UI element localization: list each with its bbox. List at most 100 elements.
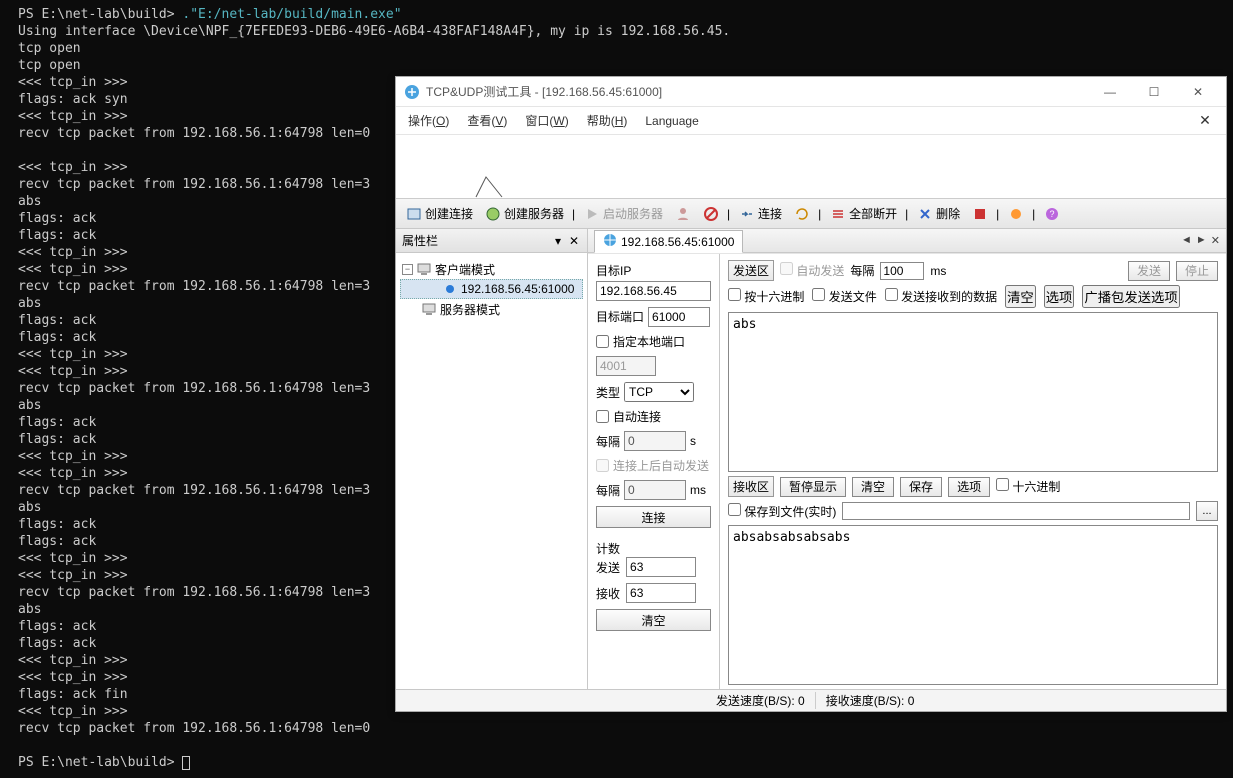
window-title: TCP&UDP测试工具 - [192.168.56.45:61000] [426, 83, 1088, 100]
interval-label: 每隔 [596, 433, 620, 450]
type-select[interactable]: TCP [624, 382, 694, 402]
connection-dot-icon [443, 282, 457, 296]
recv-hex-checkbox[interactable] [996, 478, 1009, 491]
tree-server-mode[interactable]: 服务器模式 [400, 299, 583, 319]
io-column: 发送区 自动发送 每隔 ms 发送 停止 按十六进制 发送文件 发送接收到的数据 [720, 254, 1226, 689]
save-file-row: 保存到文件(实时) ... [728, 501, 1218, 521]
minimize-button[interactable]: ― [1088, 78, 1132, 106]
dest-port-label: 目标端口 [596, 308, 644, 325]
recv-options-button[interactable]: 选项 [948, 477, 990, 497]
svg-text:?: ? [1050, 209, 1055, 219]
toolbar-stop-icon[interactable] [699, 204, 723, 224]
computer-icon [417, 262, 431, 276]
send-header-2: 按十六进制 发送文件 发送接收到的数据 清空 选项 广播包发送选项 [728, 285, 1218, 308]
mdi-close-icon[interactable]: ✕ [1196, 112, 1214, 129]
send-interval-unit: ms [930, 264, 946, 278]
pause-display-button[interactable]: 暂停显示 [780, 477, 846, 497]
save-to-file-checkbox[interactable] [728, 503, 741, 516]
tree-client-mode[interactable]: − 客户端模式 [400, 259, 583, 279]
toolbar-person-icon[interactable] [671, 204, 695, 224]
connect-action-button[interactable]: 连接 [596, 506, 711, 528]
panel-close-icon[interactable]: ✕ [567, 234, 581, 248]
recv-textarea[interactable]: absabsabsabsabs [728, 525, 1218, 685]
maximize-button[interactable]: ☐ [1132, 78, 1176, 106]
statusbar: 发送速度(B/S): 0 接收速度(B/S): 0 [396, 689, 1226, 711]
tab-next-icon[interactable]: ► [1196, 234, 1207, 247]
close-button[interactable]: ✕ [1176, 78, 1220, 106]
tab-close-icon[interactable]: ✕ [1211, 234, 1220, 247]
property-panel-title: 属性栏 [402, 232, 438, 249]
dest-port-input[interactable] [648, 307, 710, 327]
conn-interval-input [624, 431, 686, 451]
pin-icon[interactable]: ▾ [551, 234, 565, 248]
local-port-input [596, 356, 656, 376]
browse-button[interactable]: ... [1196, 501, 1218, 521]
counts-section: 计数 发送 接收 清空 [596, 540, 711, 631]
send-count-input[interactable] [626, 557, 696, 577]
send-hex-checkbox[interactable] [728, 288, 741, 301]
computer-icon [422, 302, 436, 316]
send-interval-label: 每隔 [850, 262, 874, 279]
auto-connect-checkbox[interactable] [596, 410, 609, 423]
toolbar-reconnect-icon[interactable] [790, 204, 814, 224]
menu-language[interactable]: Language [645, 114, 698, 128]
interval2-label: 每隔 [596, 482, 620, 499]
send-interval-input[interactable] [880, 262, 924, 280]
property-panel: 属性栏 ▾ ✕ − 客户端模式 192.168.56.45:61000 [396, 229, 588, 689]
clear-counts-button[interactable]: 清空 [596, 609, 711, 631]
send-textarea[interactable]: abs [728, 312, 1218, 472]
recv-area-label: 接收区 [728, 476, 774, 497]
menu-help[interactable]: 帮助(H) [587, 112, 628, 129]
auto-connect-label: 自动连接 [613, 408, 661, 425]
send-clear-button[interactable]: 清空 [1005, 285, 1036, 308]
connection-settings: 目标IP 目标端口 指定本地端口 类型 TCP [588, 254, 720, 689]
unit-ms: ms [690, 483, 706, 497]
send-file-checkbox[interactable] [812, 288, 825, 301]
broadcast-options-button[interactable]: 广播包发送选项 [1082, 285, 1179, 308]
tree-connection-node[interactable]: 192.168.56.45:61000 [400, 279, 583, 299]
recv-save-button[interactable]: 保存 [900, 477, 942, 497]
tab-prev-icon[interactable]: ◄ [1181, 234, 1192, 247]
menubar: 操作(O) 查看(V) 窗口(W) 帮助(H) Language ✕ [396, 107, 1226, 135]
panel-row: 目标IP 目标端口 指定本地端口 类型 TCP [588, 253, 1226, 689]
recv-speed-status: 接收速度(B/S): 0 [816, 692, 925, 709]
titlebar[interactable]: TCP&UDP测试工具 - [192.168.56.45:61000] ― ☐ … [396, 77, 1226, 107]
connection-tree[interactable]: − 客户端模式 192.168.56.45:61000 服务器模式 [396, 253, 587, 325]
auto-send-after-label: 连接上后自动发送 [613, 457, 709, 474]
toolbar-settings-icon[interactable] [1004, 204, 1028, 224]
type-label: 类型 [596, 384, 620, 401]
local-port-checkbox[interactable] [596, 335, 609, 348]
create-server-button[interactable]: 创建服务器 [481, 203, 568, 224]
unit-s: s [690, 434, 696, 448]
disconnect-all-button[interactable]: 全部断开 [826, 203, 901, 224]
toolbar-delete-all-icon[interactable] [968, 204, 992, 224]
create-connection-button[interactable]: 创建连接 [402, 203, 477, 224]
send-options-button[interactable]: 选项 [1044, 285, 1075, 308]
collapse-icon[interactable]: − [402, 264, 413, 275]
ps-prompt-2: PS E:\net-lab\build> [18, 755, 182, 770]
connect-button[interactable]: 连接 [735, 203, 786, 224]
delete-button[interactable]: 删除 [913, 203, 964, 224]
save-file-path-input[interactable] [842, 502, 1190, 520]
toolbar-help-icon[interactable]: ? [1040, 204, 1064, 224]
terminal[interactable]: PS E:\net-lab\build> ."E:/net-lab/build/… [0, 0, 395, 778]
menu-operation[interactable]: 操作(O) [408, 112, 449, 129]
send-header: 发送区 自动发送 每隔 ms 发送 停止 [728, 260, 1218, 281]
tab-nav: ◄ ► ✕ [1181, 234, 1220, 247]
property-panel-header: 属性栏 ▾ ✕ [396, 229, 587, 253]
recv-clear-button[interactable]: 清空 [852, 477, 894, 497]
dest-ip-input[interactable] [596, 281, 711, 301]
send-button: 发送 [1128, 261, 1170, 281]
menu-view[interactable]: 查看(V) [467, 112, 507, 129]
terminal-cursor [182, 756, 190, 770]
globe-icon [603, 233, 617, 250]
main-area: 属性栏 ▾ ✕ − 客户端模式 192.168.56.45:61000 [396, 229, 1226, 689]
tab-connection[interactable]: 192.168.56.45:61000 [594, 230, 743, 253]
menu-window[interactable]: 窗口(W) [525, 112, 568, 129]
tabstrip: 192.168.56.45:61000 ◄ ► ✕ [588, 229, 1226, 253]
counts-label: 计数 [596, 540, 711, 557]
recv-count-input[interactable] [626, 583, 696, 603]
send-recv-data-checkbox[interactable] [885, 288, 898, 301]
start-server-button[interactable]: 启动服务器 [580, 203, 667, 224]
local-port-label: 指定本地端口 [613, 333, 685, 350]
